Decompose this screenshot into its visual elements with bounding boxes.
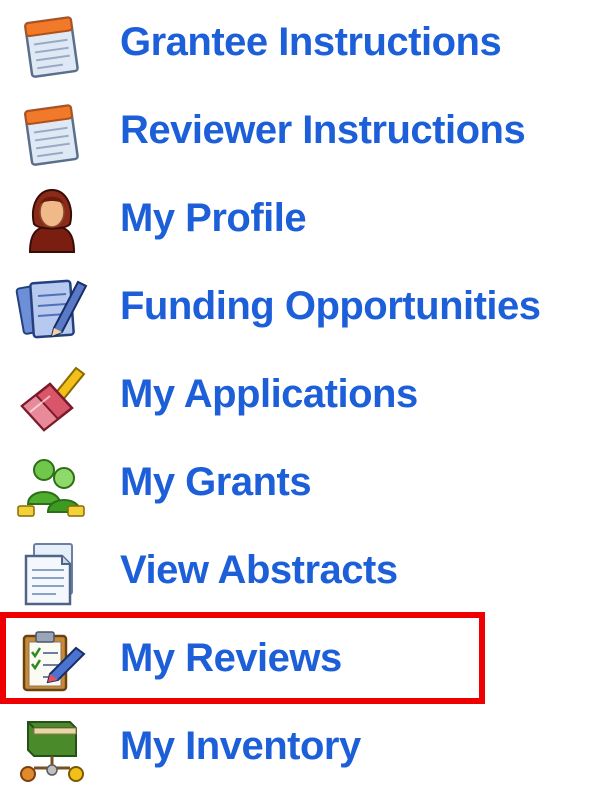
menu-item-my-profile[interactable]: My Profile [0,176,593,264]
menu-item-label: Reviewer Instructions [120,108,526,152]
navigation-menu: Grantee Instructions Reviewer Instructio… [0,0,593,786]
menu-item-grantee-instructions[interactable]: Grantee Instructions [0,0,593,88]
clipboard-checklist-icon [14,624,90,696]
book-network-icon [14,712,90,784]
menu-item-label: My Grants [120,460,312,504]
menu-item-label: View Abstracts [120,548,398,592]
menu-item-my-grants[interactable]: My Grants [0,440,593,528]
document-calendar-icon [14,8,90,80]
menu-item-label: My Applications [120,372,418,416]
notepad-pencil-icon [14,272,90,344]
money-people-icon [14,448,90,520]
document-calendar-icon [14,96,90,168]
eraser-pencil-icon [14,360,90,432]
document-page-icon [14,536,90,608]
menu-item-my-inventory[interactable]: My Inventory [0,704,593,792]
menu-item-label: Funding Opportunities [120,284,541,328]
user-profile-icon [14,184,90,256]
menu-item-my-applications[interactable]: My Applications [0,352,593,440]
menu-item-reviewer-instructions[interactable]: Reviewer Instructions [0,88,593,176]
menu-item-my-reviews[interactable]: My Reviews [0,616,593,704]
menu-item-label: Grantee Instructions [120,20,502,64]
menu-item-view-abstracts[interactable]: View Abstracts [0,528,593,616]
menu-item-label: My Profile [120,196,307,240]
menu-item-funding-opportunities[interactable]: Funding Opportunities [0,264,593,352]
menu-item-label: My Reviews [120,636,342,680]
menu-item-label: My Inventory [120,724,361,768]
